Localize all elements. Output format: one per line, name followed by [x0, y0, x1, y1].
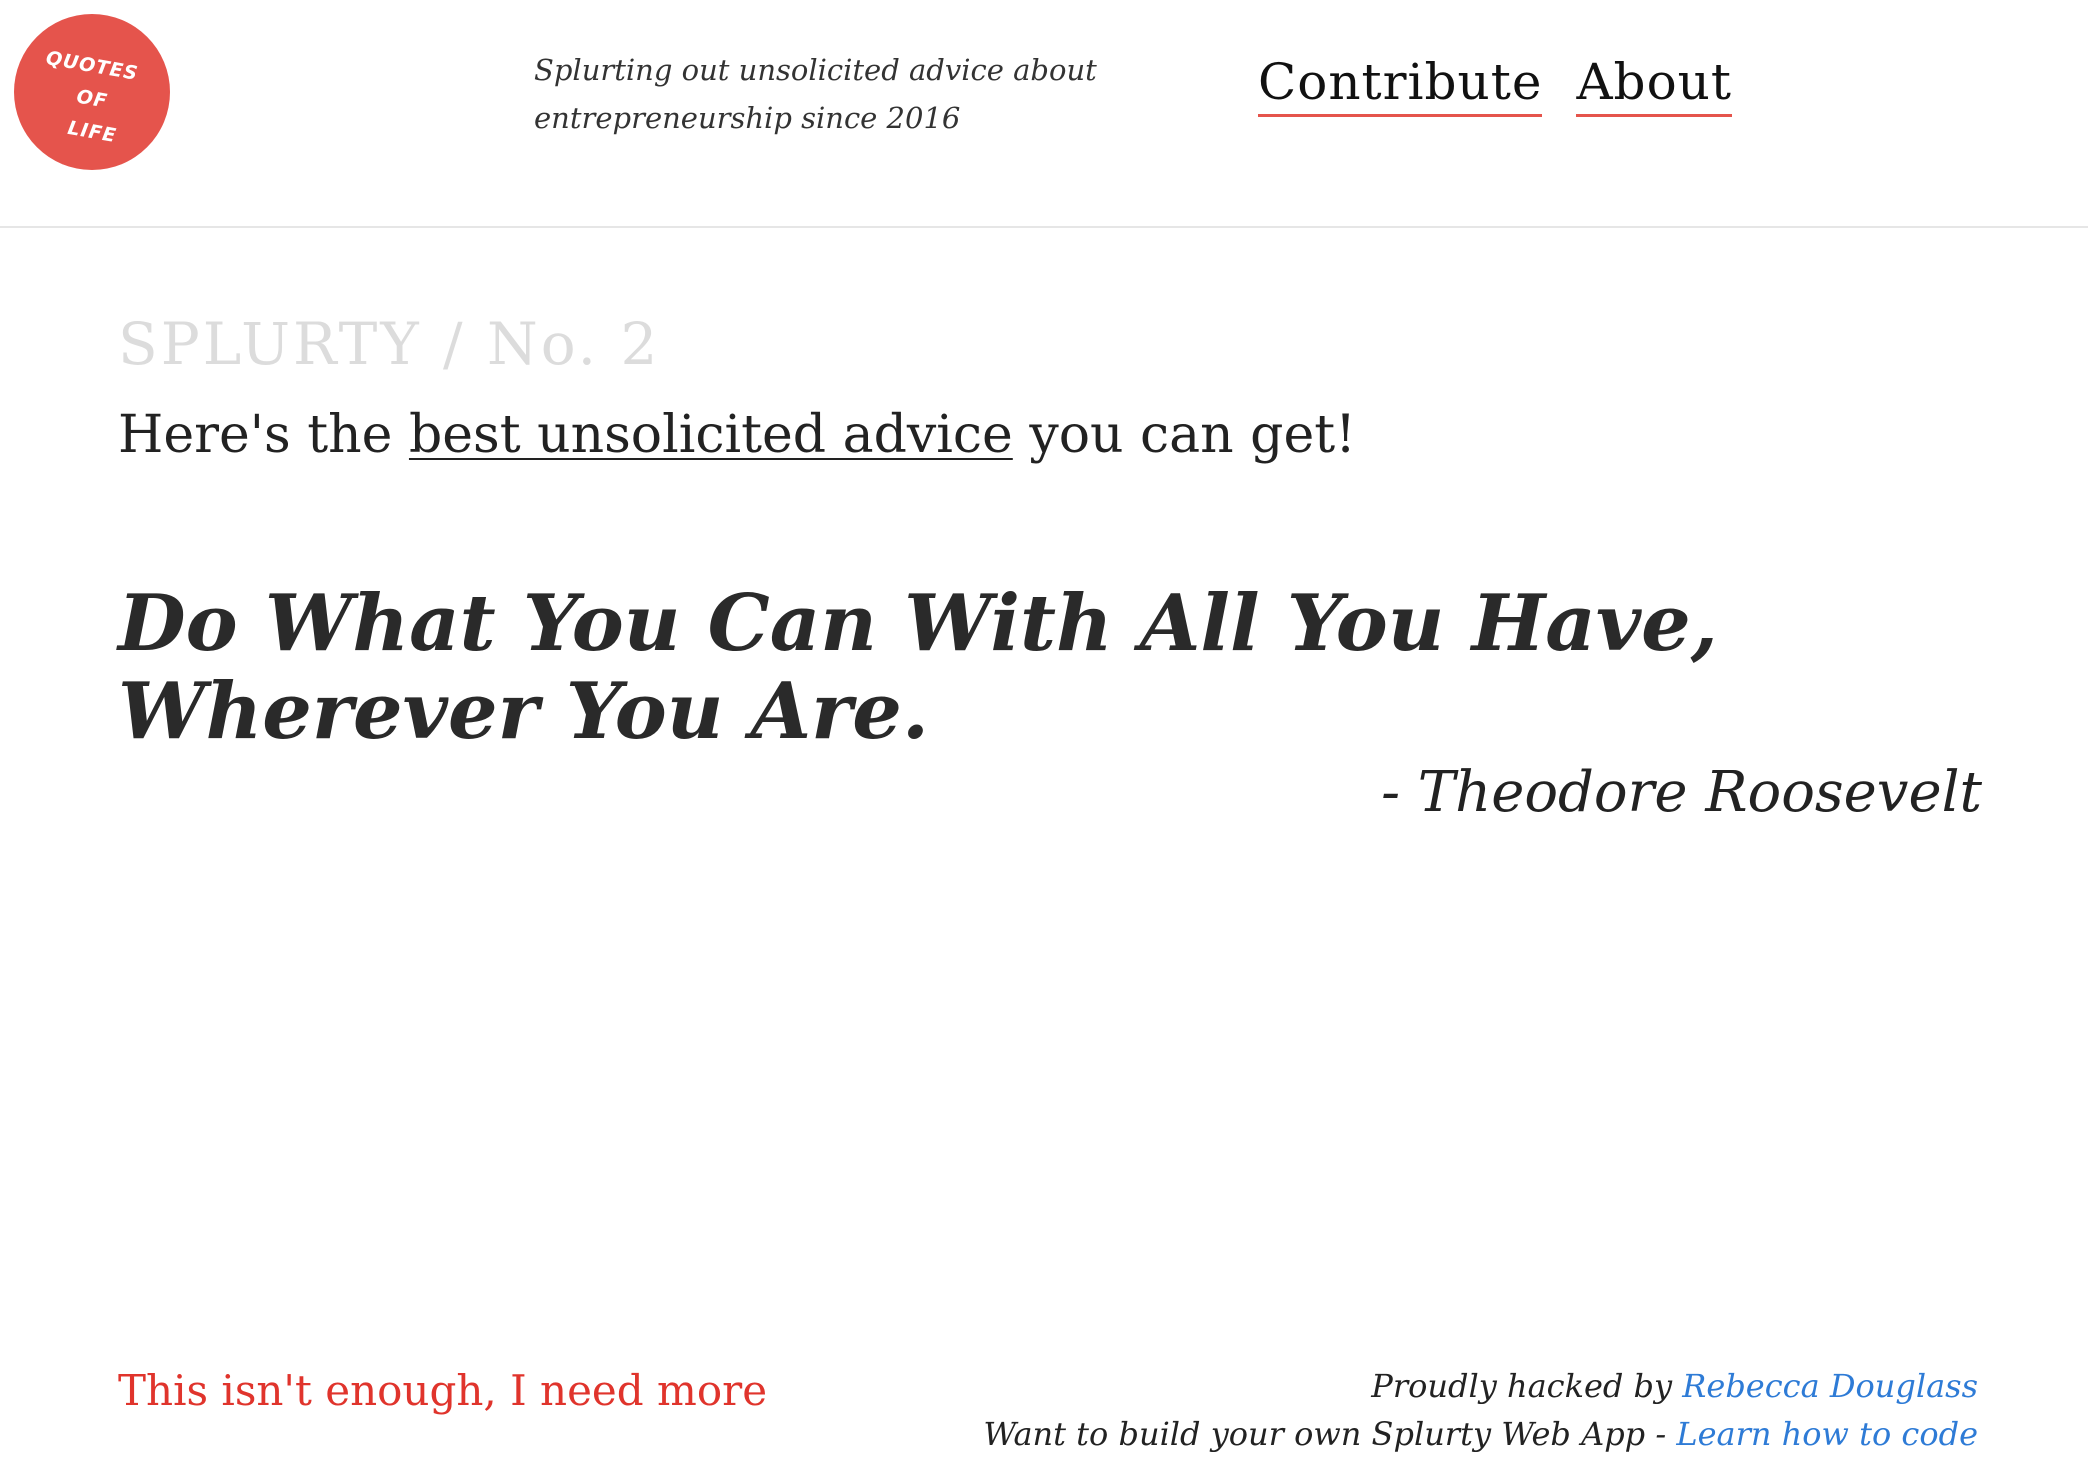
learn-to-code-link[interactable]: Learn how to code: [1676, 1415, 1978, 1453]
main-nav: Contribute About: [1258, 52, 1732, 117]
logo-badge[interactable]: QUOTES OF LIFE: [14, 14, 170, 170]
nav-contribute-link[interactable]: Contribute: [1258, 52, 1543, 117]
credits: Proudly hacked by Rebecca Douglass Want …: [983, 1362, 1978, 1458]
site-tagline: Splurting out unsolicited advice about e…: [534, 53, 1097, 135]
quote-kicker: SPLURTY / No. 2: [118, 310, 661, 378]
site-header: QUOTES OF LIFE Splurting out unsolicited…: [0, 0, 2088, 228]
more-quotes-link[interactable]: This isn't enough, I need more: [118, 1366, 767, 1415]
quote-text: Do What You Can With All You Have, Where…: [118, 578, 1718, 757]
author-link[interactable]: Rebecca Douglass: [1682, 1367, 1978, 1405]
best-advice-link[interactable]: best unsolicited advice: [409, 405, 1013, 465]
page: QUOTES OF LIFE Splurting out unsolicited…: [0, 0, 2088, 1468]
nav-about-link[interactable]: About: [1576, 52, 1732, 117]
intro-text-after: you can get!: [1012, 405, 1357, 465]
build-prefix: Want to build your own Splurty Web App -: [983, 1415, 1677, 1453]
intro-text-before: Here's the: [118, 405, 409, 465]
intro-text: Here's the best unsolicited advice you c…: [118, 405, 1356, 465]
quote-author: - Theodore Roosevelt: [1381, 760, 1982, 825]
credit-line: Proudly hacked by Rebecca Douglass: [983, 1362, 1978, 1410]
build-line: Want to build your own Splurty Web App -…: [983, 1410, 1978, 1458]
credit-prefix: Proudly hacked by: [1371, 1367, 1683, 1405]
